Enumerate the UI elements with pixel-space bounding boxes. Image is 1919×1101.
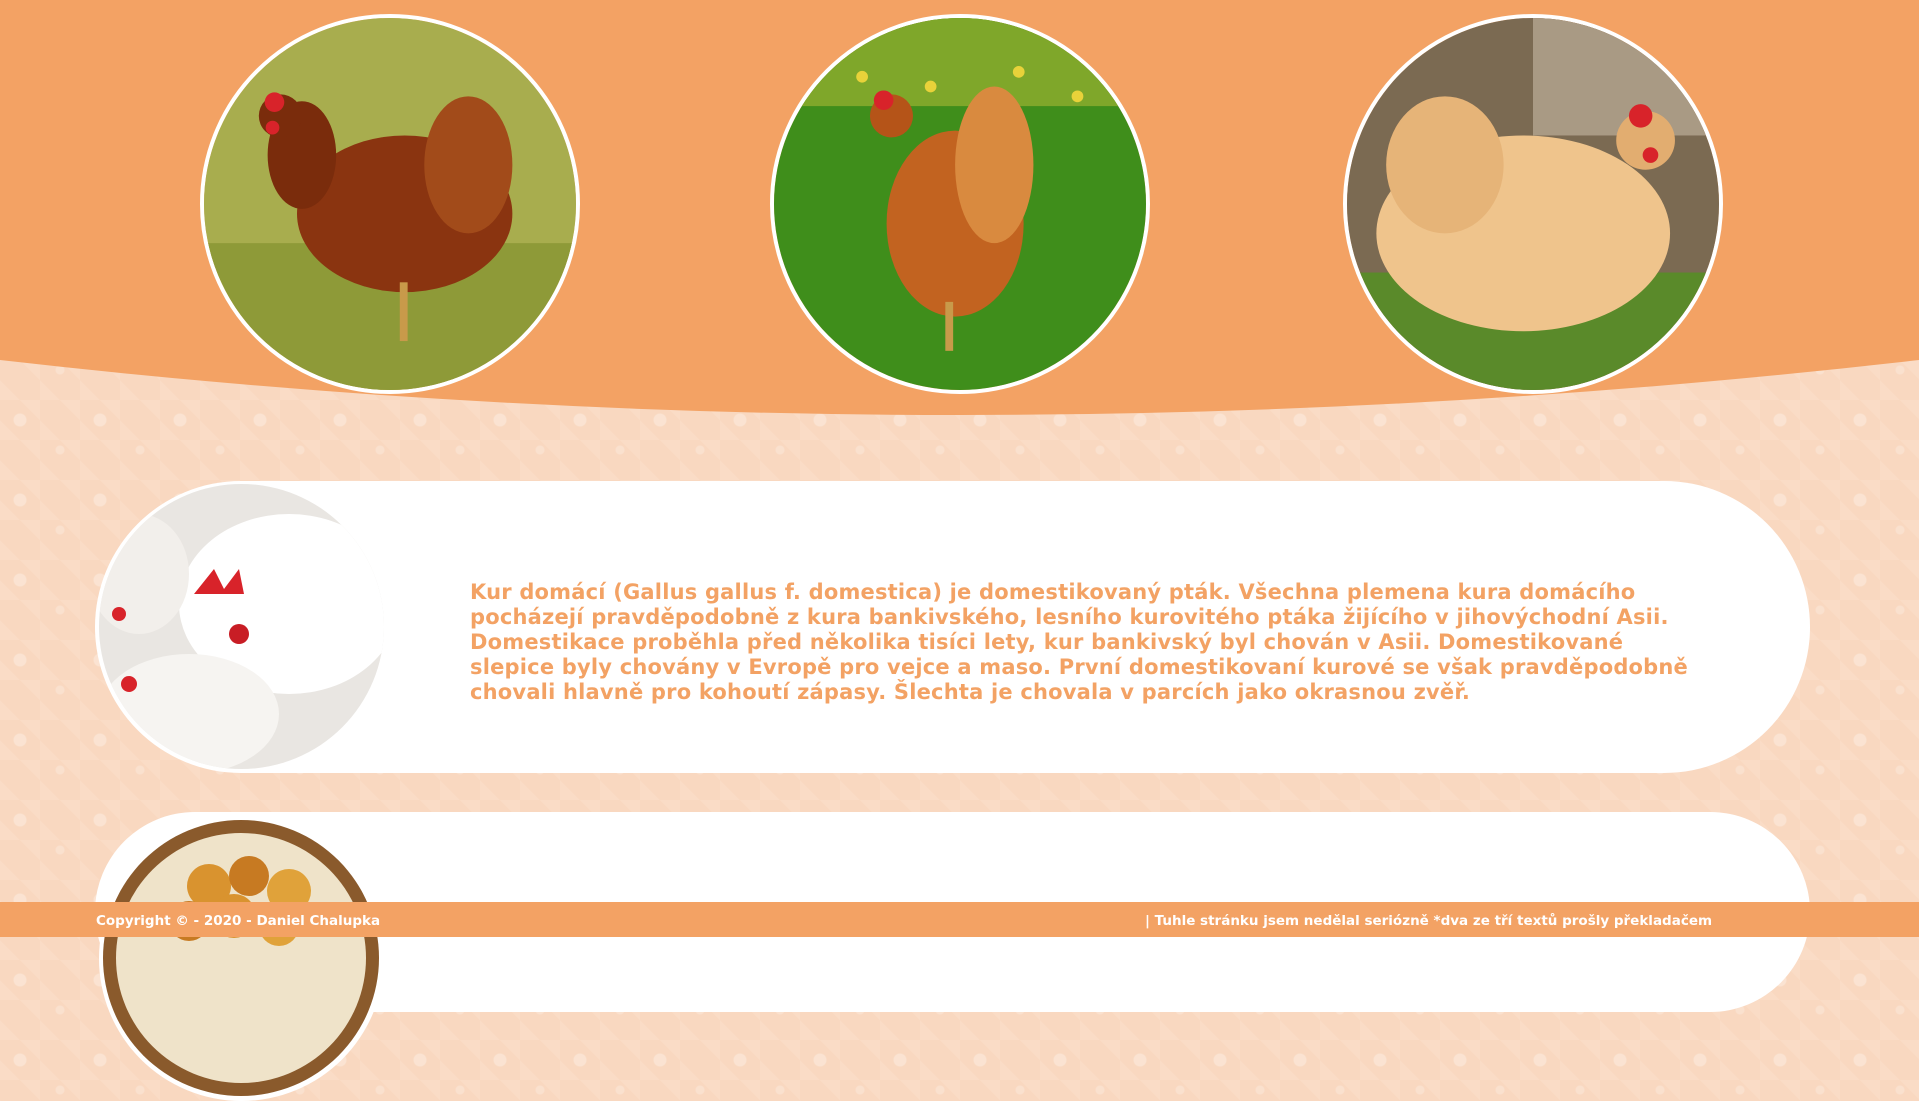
hero-photo-hen-buff [1343, 14, 1723, 394]
header-banner [0, 0, 1919, 440]
footer-copyright: Copyright © - 2020 - Daniel Chalupka [96, 913, 381, 929]
card-text: Kur domácí (Gallus gallus f. domestica) … [470, 580, 1689, 704]
white-chickens-photo [99, 484, 384, 769]
hen-orange-on-green-grass-photo [774, 18, 1146, 390]
card-photo-fried-chicken [99, 816, 384, 1101]
hero-photo-hen-orange [770, 14, 1150, 394]
fried-chicken-plate-photo [99, 816, 384, 1101]
footer-note: | Tuhle stránku jsem nedělal seriózně *d… [1145, 913, 1713, 929]
footer: Copyright © - 2020 - Daniel Chalupka | T… [0, 902, 1919, 937]
hen-red-on-grass-photo [204, 18, 576, 390]
hen-buff-sitting-photo [1347, 18, 1719, 390]
hero-photo-hen-red [200, 14, 580, 394]
card-photo-white-chickens [99, 484, 384, 769]
